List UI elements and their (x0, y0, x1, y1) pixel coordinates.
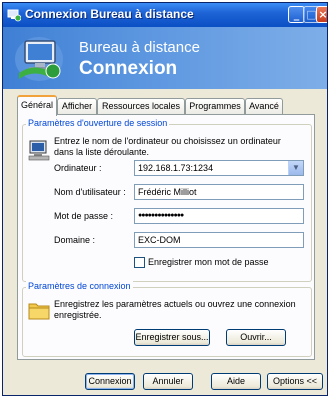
banner-subtitle: Bureau à distance (79, 39, 200, 56)
open-button[interactable]: Ouvrir... (226, 329, 286, 346)
folder-icon (28, 303, 50, 320)
connect-button[interactable]: Connexion (85, 373, 135, 390)
remote-desktop-app-icon (7, 9, 21, 22)
title-bar[interactable]: Connexion Bureau à distance _ □ × (3, 3, 327, 27)
tab-local-resources[interactable]: Ressources locales (97, 98, 185, 114)
session-description: Entrez le nom de l'ordinateur ou choisis… (54, 136, 281, 157)
header-banner: Bureau à distance Connexion (3, 27, 327, 89)
close-button[interactable]: × (316, 6, 328, 23)
minimize-icon: _ (293, 8, 300, 21)
save-password-label[interactable]: Enregistrer mon mot de passe (148, 257, 269, 267)
username-label: Nom d'utilisateur : (54, 187, 126, 197)
tab-general[interactable]: Général (17, 95, 57, 116)
cancel-button[interactable]: Annuler (143, 373, 193, 390)
tab-advanced[interactable]: Avancé (245, 98, 283, 114)
general-tab-panel: Paramètres d'ouverture de session Entrez… (17, 114, 315, 360)
help-button[interactable]: Aide (211, 373, 261, 390)
computer-combobox[interactable]: 192.168.1.73:1234 ▼ (134, 160, 304, 176)
tab-programs[interactable]: Programmes (185, 98, 245, 114)
banner-title: Connexion (79, 58, 178, 79)
window-title: Connexion Bureau à distance (25, 7, 194, 21)
close-icon: × (318, 8, 328, 21)
computer-icon (28, 140, 50, 161)
password-value: ●●●●●●●●●●●●●● (138, 212, 184, 219)
computer-value: 192.168.1.73:1234 (138, 163, 214, 173)
password-field[interactable]: ●●●●●●●●●●●●●● (134, 208, 304, 224)
domain-value: EXC-DOM (138, 235, 181, 245)
connection-settings-legend: Paramètres de connexion (26, 281, 133, 291)
domain-label: Domaine : (54, 235, 96, 245)
connection-settings-group (22, 287, 312, 357)
computer-label: Ordinateur : (54, 163, 102, 173)
remote-desktop-window: Connexion Bureau à distance _ □ × Bureau… (2, 2, 328, 396)
save-password-checkbox[interactable] (134, 257, 145, 268)
domain-field[interactable]: EXC-DOM (134, 232, 304, 248)
remote-desktop-logo-icon (15, 37, 63, 81)
chevron-down-icon[interactable]: ▼ (288, 161, 303, 175)
tab-display[interactable]: Afficher (57, 98, 97, 114)
username-field[interactable]: Frédéric Milliot (134, 184, 304, 200)
options-button[interactable]: Options << (267, 373, 323, 390)
username-value: Frédéric Milliot (138, 187, 197, 197)
save-as-button[interactable]: Enregistrer sous... (134, 329, 210, 346)
connection-description: Enregistrez les paramètres actuels ou ou… (54, 299, 296, 320)
session-settings-legend: Paramètres d'ouverture de session (26, 118, 170, 128)
password-label: Mot de passe : (54, 211, 114, 221)
